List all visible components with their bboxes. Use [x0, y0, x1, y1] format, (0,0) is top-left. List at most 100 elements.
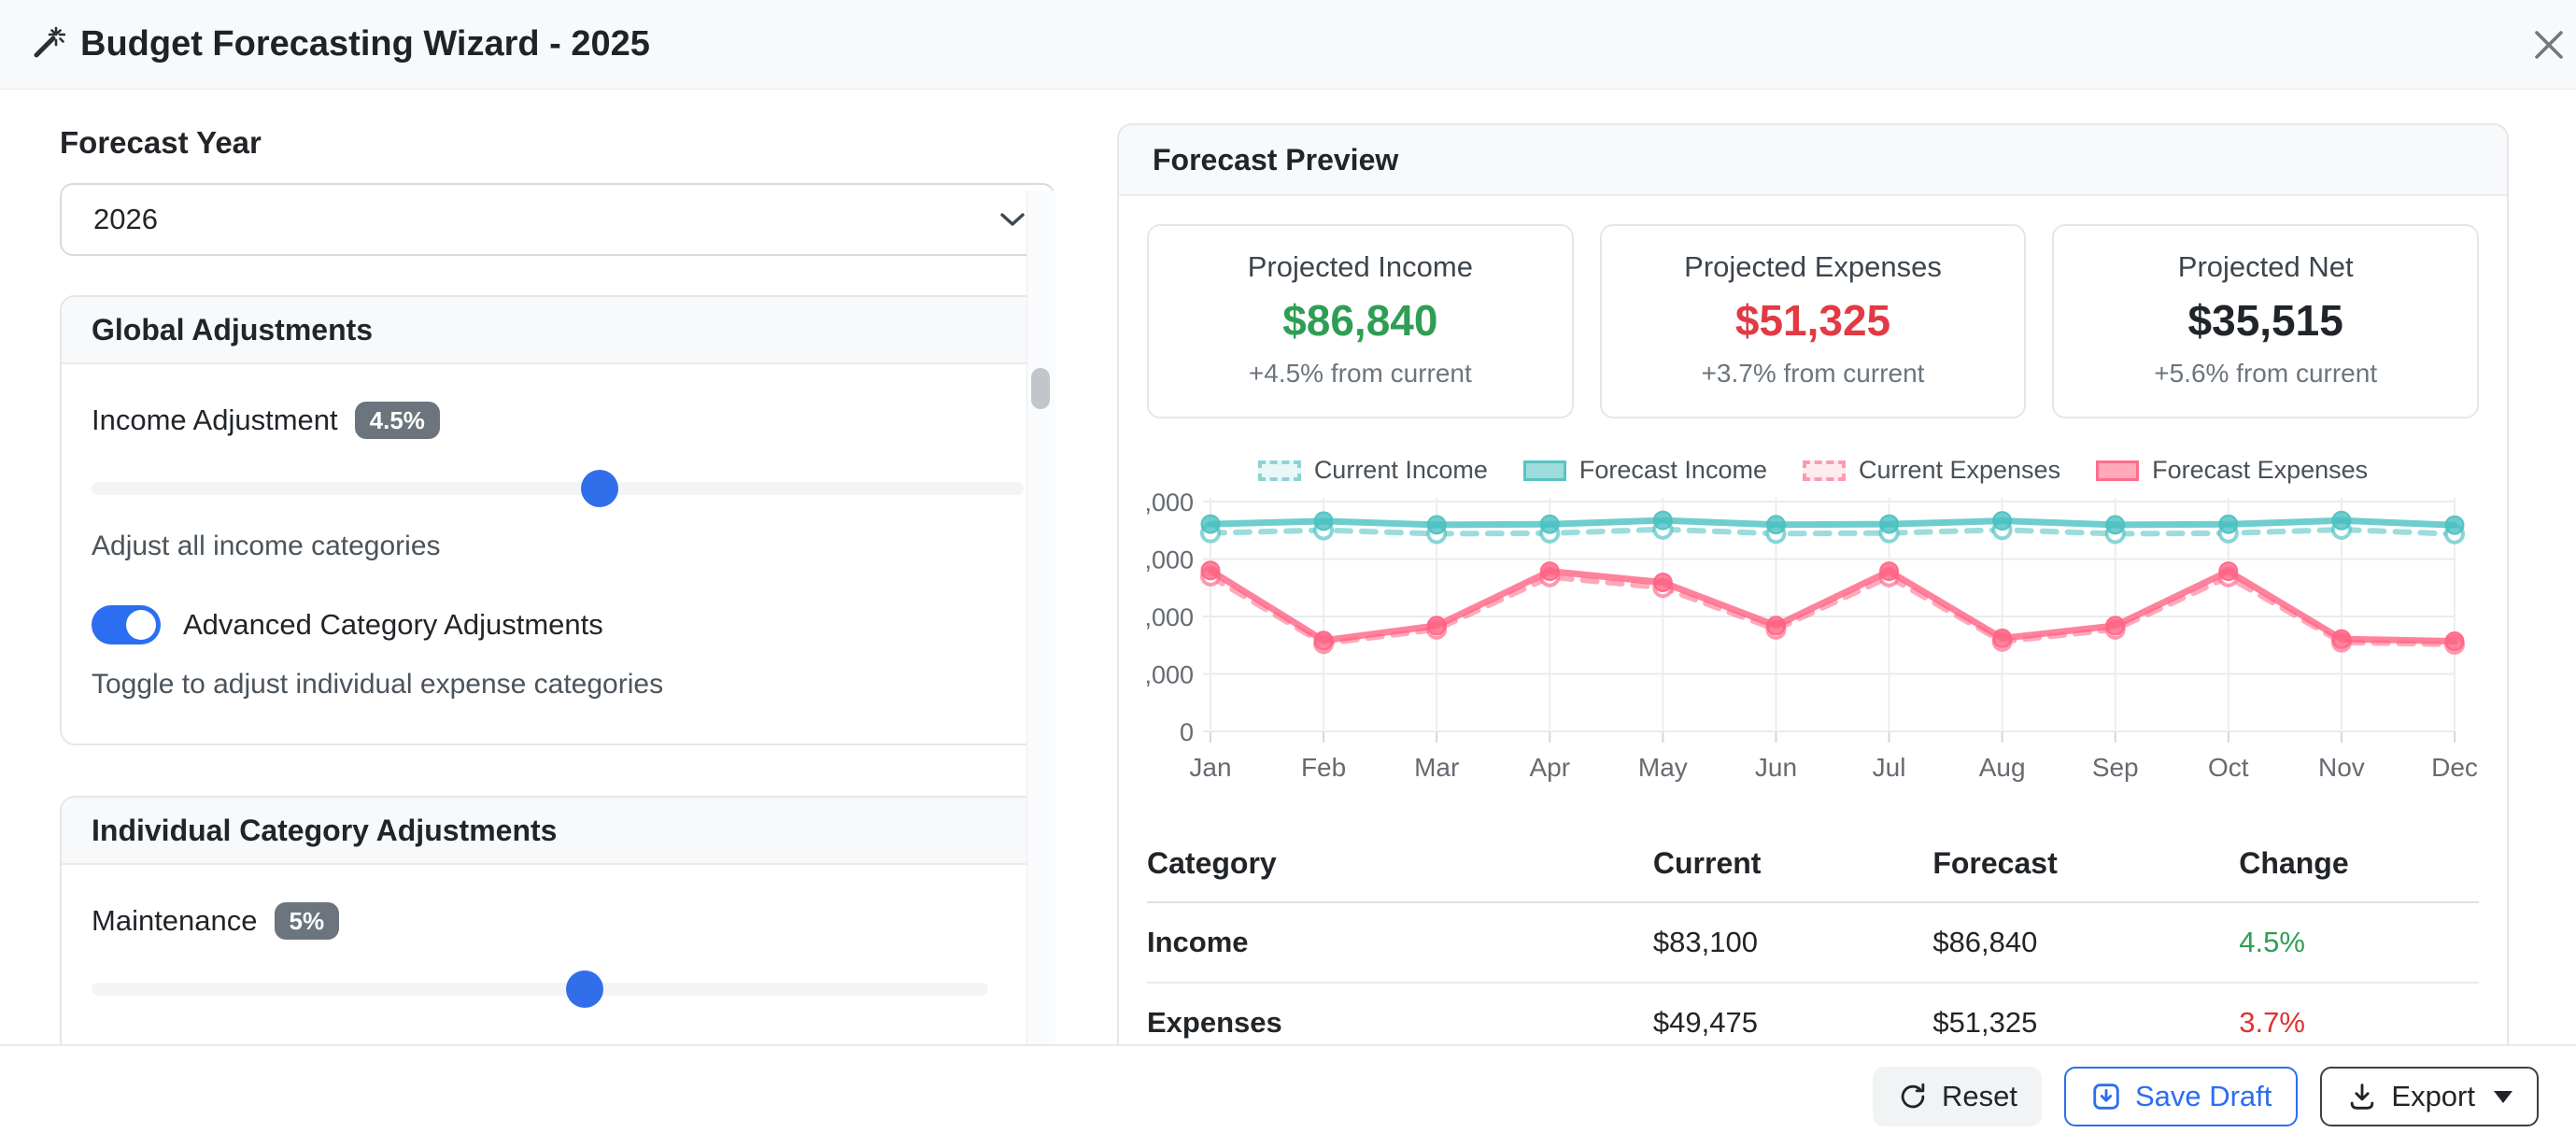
category-slider[interactable] — [92, 983, 988, 996]
forecast-year-value: 2026 — [93, 203, 158, 236]
budget-forecasting-wizard: Budget Forecasting Wizard - 2025 Forecas… — [0, 0, 2576, 1147]
legend-label: Current Expenses — [1859, 456, 2060, 485]
legend-label: Current Income — [1314, 456, 1488, 485]
forecast-chart: Current Income Forecast Income Current E… — [1147, 456, 2479, 803]
settings-column: Forecast Year 2026 Global Adjustments In… — [60, 125, 1055, 1044]
dialog-header: Budget Forecasting Wizard - 2025 — [0, 0, 2576, 90]
svg-text:Jul: Jul — [1873, 753, 1906, 782]
stat-label: Projected Net — [2054, 250, 2477, 284]
svg-text:4,000: 4,000 — [1147, 603, 1194, 631]
cell-change: 4.5% — [2239, 902, 2479, 983]
svg-text:Aug: Aug — [1979, 753, 2026, 782]
chart-legend: Current Income Forecast Income Current E… — [1147, 456, 2479, 485]
dialog-footer: Reset Save Draft Export — [0, 1044, 2576, 1147]
svg-text:8,000: 8,000 — [1147, 489, 1194, 517]
legend-item[interactable]: Current Expenses — [1803, 456, 2060, 485]
svg-text:Jan: Jan — [1189, 753, 1231, 782]
table-row: Income $83,100 $86,840 4.5% — [1147, 902, 2479, 983]
close-button[interactable] — [2524, 21, 2574, 71]
cell-forecast: $86,840 — [1932, 902, 2239, 983]
advanced-adjustments-toggle[interactable] — [92, 605, 161, 644]
magic-wand-icon — [28, 26, 65, 64]
legend-swatch-icon — [1258, 460, 1301, 481]
cell-change: 3.7% — [2239, 983, 2479, 1044]
legend-item[interactable]: Forecast Expenses — [2096, 456, 2368, 485]
legend-label: Forecast Income — [1579, 456, 1767, 485]
svg-text:0: 0 — [1180, 718, 1194, 746]
save-draft-button[interactable]: Save Draft — [2064, 1067, 2298, 1126]
stat-change: +5.6% from current — [2054, 359, 2477, 389]
cell-current: $49,475 — [1653, 983, 1932, 1044]
income-adjustment-badge: 4.5% — [355, 402, 440, 439]
svg-text:Sep: Sep — [2092, 753, 2139, 782]
stat-value: $86,840 — [1149, 295, 1572, 346]
forecast-preview-title: Forecast Preview — [1119, 125, 2507, 196]
reset-button[interactable]: Reset — [1873, 1067, 2042, 1126]
toggle-knob — [126, 610, 156, 640]
legend-label: Forecast Expenses — [2152, 456, 2368, 485]
svg-text:Apr: Apr — [1529, 753, 1570, 782]
col-current: Current — [1653, 841, 1932, 902]
svg-text:2,000: 2,000 — [1147, 661, 1194, 689]
svg-text:Nov: Nov — [2318, 753, 2365, 782]
global-adjustments-title: Global Adjustments — [62, 297, 1054, 364]
cell-category: Income — [1147, 902, 1653, 983]
page-title-text: Budget Forecasting Wizard - 2025 — [80, 24, 650, 64]
forecast-year-label: Forecast Year — [60, 125, 1055, 161]
chevron-down-icon — [999, 211, 1026, 228]
stat-change: +4.5% from current — [1149, 359, 1572, 389]
stat-label: Projected Expenses — [1602, 250, 2025, 284]
svg-text:Dec: Dec — [2431, 753, 2478, 782]
line-chart: JanFebMarAprMayJunJulAugSepOctNovDec02,0… — [1147, 489, 2479, 799]
individual-adjustments-card: Individual Category Adjustments Maintena… — [60, 796, 1055, 1044]
cell-current: $83,100 — [1653, 902, 1932, 983]
legend-item[interactable]: Forecast Income — [1523, 456, 1767, 485]
cell-category: Expenses — [1147, 983, 1653, 1044]
table-header-row: Category Current Forecast Change — [1147, 841, 2479, 902]
income-adjustment-label: Income Adjustment — [92, 404, 338, 437]
cell-forecast: $51,325 — [1932, 983, 2239, 1044]
stat-card: Projected Expenses $51,325 +3.7% from cu… — [1600, 224, 2027, 418]
stat-card: Projected Net $35,515 +5.6% from current — [2052, 224, 2479, 418]
stat-value: $51,325 — [1602, 295, 2025, 346]
stat-cards: Projected Income $86,840 +4.5% from curr… — [1147, 224, 2479, 418]
svg-text:6,000: 6,000 — [1147, 546, 1194, 574]
export-button[interactable]: Export — [2320, 1067, 2539, 1126]
col-forecast: Forecast — [1932, 841, 2239, 902]
svg-text:Feb: Feb — [1301, 753, 1346, 782]
category-slider-thumb[interactable] — [566, 970, 603, 1008]
legend-swatch-icon — [1803, 460, 1846, 481]
income-adjustment-caption: Adjust all income categories — [92, 531, 1024, 562]
caret-down-icon — [2494, 1091, 2512, 1103]
income-adjustment-slider[interactable] — [92, 482, 1024, 495]
svg-text:May: May — [1638, 753, 1688, 782]
advanced-adjustments-caption: Toggle to adjust individual expense cate… — [92, 669, 1024, 701]
stat-label: Projected Income — [1149, 250, 1572, 284]
forecast-year-select[interactable]: 2026 — [60, 183, 1055, 256]
category-label: Maintenance — [92, 904, 258, 938]
legend-swatch-icon — [1523, 460, 1566, 481]
dialog-body: Forecast Year 2026 Global Adjustments In… — [0, 90, 2576, 1044]
stat-change: +3.7% from current — [1602, 359, 2025, 389]
svg-text:Oct: Oct — [2208, 753, 2249, 782]
global-adjustments-card: Global Adjustments Income Adjustment 4.5… — [60, 295, 1055, 745]
stat-value: $35,515 — [2054, 295, 2477, 346]
category-list-scrollbar[interactable] — [1026, 796, 1055, 1044]
category-adjustments-list: Maintenance 5% Repairs 5% — [62, 865, 1054, 1044]
col-change: Change — [2239, 841, 2479, 902]
page-title: Budget Forecasting Wizard - 2025 — [28, 24, 650, 64]
close-icon — [2529, 25, 2569, 64]
category-badge: 5% — [275, 902, 340, 940]
income-adjustment-slider-thumb[interactable] — [581, 470, 618, 507]
legend-item[interactable]: Current Income — [1258, 456, 1488, 485]
forecast-table: Category Current Forecast Change Income … — [1147, 841, 2479, 1044]
download-icon — [2346, 1081, 2378, 1112]
legend-swatch-icon — [2096, 460, 2139, 481]
individual-adjustments-title: Individual Category Adjustments — [62, 798, 1054, 865]
table-row: Expenses $49,475 $51,325 3.7% — [1147, 983, 2479, 1044]
save-icon — [2090, 1081, 2122, 1112]
category-adjustment: Maintenance 5% — [92, 902, 988, 996]
stat-card: Projected Income $86,840 +4.5% from curr… — [1147, 224, 1574, 418]
advanced-adjustments-label: Advanced Category Adjustments — [183, 608, 603, 642]
col-category: Category — [1147, 841, 1653, 902]
